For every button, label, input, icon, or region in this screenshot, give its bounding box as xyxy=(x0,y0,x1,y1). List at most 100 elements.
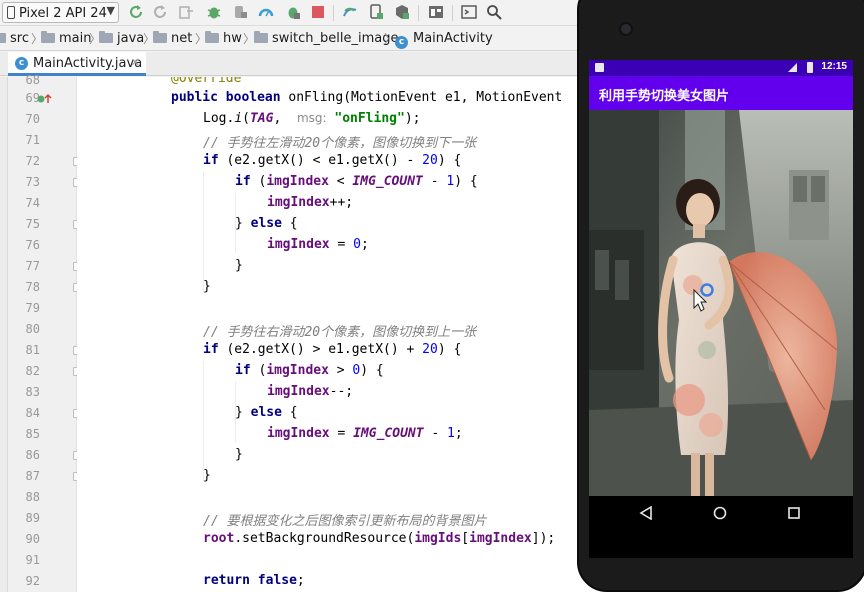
line-number: 78 xyxy=(25,280,40,294)
background-photo[interactable] xyxy=(589,110,853,496)
code-line-87: } xyxy=(203,468,211,483)
line-number: 72 xyxy=(25,154,40,168)
apply-changes-icon[interactable] xyxy=(152,4,168,20)
folder-icon xyxy=(41,31,55,43)
line-number: 70 xyxy=(25,112,40,126)
signal-icon xyxy=(788,63,797,72)
folder-icon xyxy=(99,31,113,43)
code-line-90: root.setBackgroundResource(imgIds[imgInd… xyxy=(203,531,556,546)
line-number: 85 xyxy=(25,427,40,441)
sdk-manager-icon[interactable] xyxy=(394,4,410,20)
run-icon[interactable] xyxy=(128,4,144,20)
phone-icon xyxy=(7,6,15,19)
breadcrumb-item-net[interactable]: net xyxy=(153,31,192,47)
code-line-72: if (e2.getX() < e1.getX() - 20) { xyxy=(203,153,462,168)
toolbar-separator xyxy=(418,5,419,21)
line-number: 79 xyxy=(25,301,40,315)
code-line-82: if (imgIndex > 0) { xyxy=(235,363,384,378)
line-number: 71 xyxy=(25,133,40,147)
breadcrumb-item-main[interactable]: main xyxy=(41,31,91,47)
line-number: 80 xyxy=(25,322,40,336)
home-icon[interactable] xyxy=(713,506,727,520)
toolbar-separator xyxy=(452,5,453,21)
camera-icon xyxy=(619,22,633,36)
folder-icon xyxy=(205,31,219,43)
code-line-85: imgIndex = IMG_COUNT - 1; xyxy=(267,426,463,441)
profile-icon[interactable] xyxy=(258,4,274,20)
breadcrumb-item-java[interactable]: java xyxy=(99,31,144,47)
code-line-83: imgIndex--; xyxy=(267,384,354,399)
line-number: 76 xyxy=(25,238,40,252)
line-number: 68 xyxy=(25,73,40,87)
folder-icon xyxy=(0,33,6,43)
attach-debugger-icon[interactable] xyxy=(232,4,248,20)
class-icon: c xyxy=(395,36,408,49)
app-bar: 利用手势切换美女图片 xyxy=(589,76,853,110)
gradle-sync-icon[interactable] xyxy=(342,4,358,20)
line-number: 88 xyxy=(25,490,40,504)
code-line-84: } else { xyxy=(235,405,298,420)
line-number: 82 xyxy=(25,364,40,378)
code-line-76: imgIndex = 0; xyxy=(267,237,369,252)
line-number: 84 xyxy=(25,406,40,420)
code-line-81: if (e2.getX() > e1.getX() + 20) { xyxy=(203,342,462,357)
battery-icon xyxy=(807,62,813,73)
line-number: 90 xyxy=(25,532,40,546)
override-marker-icon[interactable] xyxy=(37,93,53,105)
line-number: 86 xyxy=(25,448,40,462)
search-icon[interactable] xyxy=(486,4,502,20)
app-title: 利用手势切换美女图片 xyxy=(599,89,730,104)
folder-icon xyxy=(254,31,268,43)
breadcrumb-item-src[interactable]: src xyxy=(0,31,29,47)
emulator-screen[interactable]: 12:15 利用手势切换美女图片 xyxy=(589,60,853,558)
sd-card-icon xyxy=(595,63,604,72)
code-line-75: } else { xyxy=(235,216,298,231)
indent-guide xyxy=(203,361,204,481)
folder-icon xyxy=(153,31,167,43)
breadcrumb-item-class[interactable]: c MainActivity xyxy=(395,31,493,49)
code-line-80: // 手势往右滑动20个像素，图像切换到上一张 xyxy=(203,325,477,340)
code-line-71: // 手势往左滑动20个像素，图像切换到下一张 xyxy=(203,136,477,151)
line-number: 89 xyxy=(25,511,40,525)
line-number: 87 xyxy=(25,469,40,483)
stop-icon[interactable] xyxy=(310,4,326,20)
class-icon: c xyxy=(15,57,28,70)
code-line-86: } xyxy=(235,447,243,462)
recents-icon[interactable] xyxy=(787,506,801,520)
terminal-icon[interactable] xyxy=(461,4,477,20)
code-line-89: // 要根据变化之后图像索引更新布局的背景图片 xyxy=(203,514,487,529)
toolbar-separator xyxy=(333,5,334,21)
code-line-73: if (imgIndex < IMG_COUNT - 1) { xyxy=(235,174,478,189)
line-number: 92 xyxy=(25,574,40,588)
avd-manager-icon[interactable] xyxy=(368,4,384,20)
line-number: 91 xyxy=(25,553,40,567)
device-selector[interactable]: Pixel 2 API 24 ▼ xyxy=(2,2,119,23)
code-line-69: public boolean onFling(MotionEvent e1, M… xyxy=(171,90,563,105)
code-line-74: imgIndex++; xyxy=(267,195,354,210)
project-structure-icon[interactable] xyxy=(428,4,444,20)
device-label: Pixel 2 API 24 xyxy=(19,6,107,21)
line-number: 74 xyxy=(25,196,40,210)
code-line-92: return false; xyxy=(203,573,305,588)
indent-guide xyxy=(203,172,204,292)
navigation-bar xyxy=(589,496,853,558)
line-number: 81 xyxy=(25,343,40,357)
coverage-icon[interactable] xyxy=(285,4,301,20)
debug-icon[interactable] xyxy=(206,4,222,20)
line-number: 83 xyxy=(25,385,40,399)
editor-gutter: 68 69 70 71 72 73 74 75 76 77 78 79 80 8… xyxy=(8,73,82,592)
close-icon[interactable]: ✕ xyxy=(131,56,140,69)
tab-label: MainActivity.java xyxy=(33,56,143,71)
breadcrumb-item-hw[interactable]: hw xyxy=(205,31,242,47)
status-bar: 12:15 xyxy=(589,60,853,76)
code-line-68: @Override xyxy=(171,77,242,86)
code-line-70: Log.i(TAG, msg: "onFling"); xyxy=(203,111,421,126)
back-icon[interactable] xyxy=(639,506,653,520)
breadcrumb-item-package[interactable]: switch_belle_image xyxy=(254,31,398,47)
tool-window-strip xyxy=(0,77,8,592)
line-number: 73 xyxy=(25,175,40,189)
status-time: 12:15 xyxy=(821,61,847,72)
apply-code-changes-icon[interactable] xyxy=(178,4,194,20)
chevron-down-icon: ▼ xyxy=(106,4,115,17)
code-line-77: } xyxy=(235,258,243,273)
